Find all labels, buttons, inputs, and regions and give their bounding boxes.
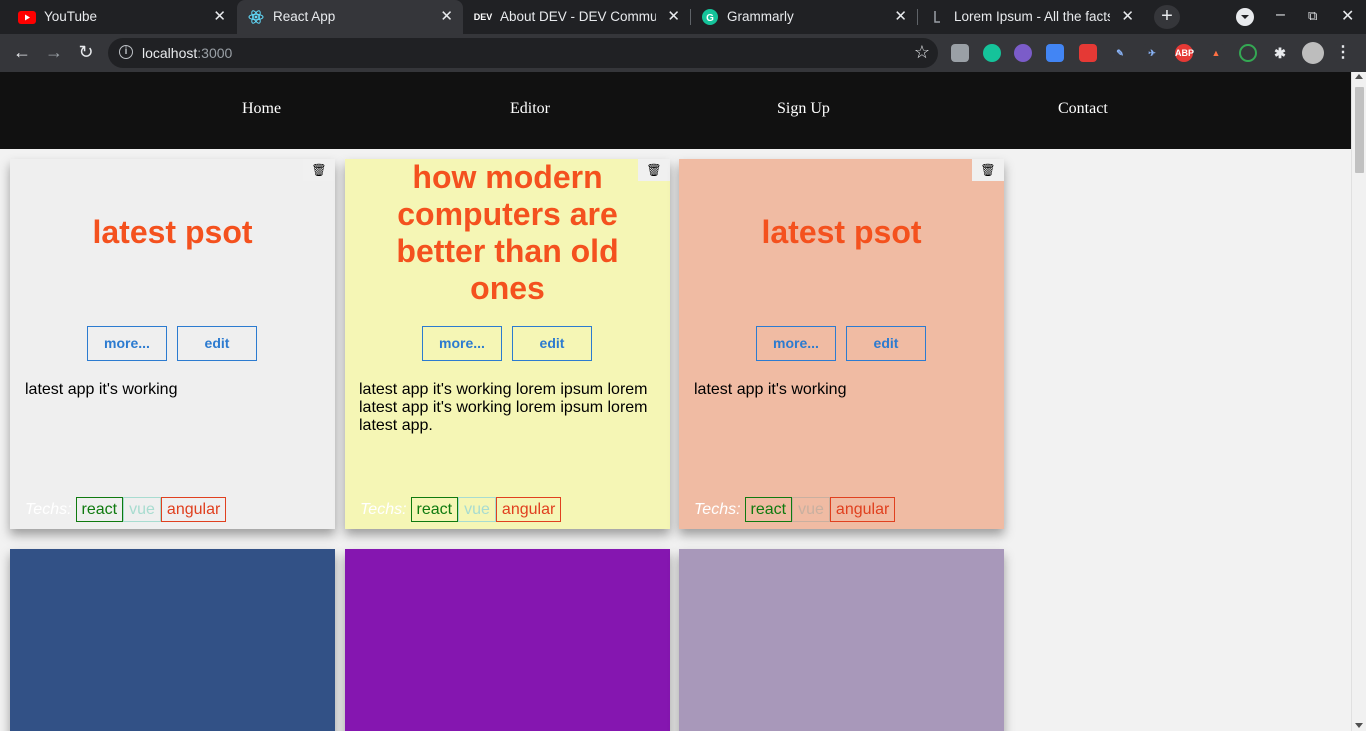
- tab-title: React App: [273, 9, 336, 24]
- close-window-button[interactable]: ✕: [1341, 6, 1354, 26]
- post-card: [345, 549, 670, 731]
- lorem-icon: [928, 9, 946, 25]
- grammarly-icon: G: [701, 9, 719, 25]
- tab-title: Grammarly: [727, 9, 794, 24]
- techs-label: Techs:: [360, 500, 407, 518]
- techs-row: Techs: react vue angular: [360, 497, 562, 522]
- dev-icon: DEV: [473, 12, 493, 22]
- post-title: how modern computers are better than old…: [396, 159, 619, 306]
- restore-button[interactable]: ⧉: [1308, 8, 1317, 24]
- address-bar[interactable]: i localhost:3000 ☆: [108, 38, 938, 68]
- techs-row: Techs: react vue angular: [25, 497, 227, 522]
- extension-pen-icon[interactable]: ✎: [1111, 44, 1129, 62]
- techs-label: Techs:: [25, 500, 72, 518]
- scroll-down-arrow-icon[interactable]: [1355, 723, 1363, 728]
- site-info-icon[interactable]: i: [119, 45, 133, 59]
- tab-dev-community[interactable]: DEV About DEV - DEV Community ✕: [464, 0, 690, 34]
- close-tab-icon[interactable]: ✕: [440, 7, 453, 25]
- post-card: 🗑 how modern computers are better than o…: [345, 159, 670, 529]
- svg-text:G: G: [706, 13, 714, 24]
- edit-button[interactable]: edit: [846, 326, 926, 361]
- nav-contact-link[interactable]: Contact: [1058, 100, 1108, 118]
- scroll-up-arrow-icon[interactable]: [1355, 74, 1363, 79]
- page-viewport: Home Editor Sign Up Contact 🗑 latest pso…: [0, 72, 1351, 731]
- extension-speed-icon[interactable]: [1079, 44, 1097, 62]
- scrollbar-thumb[interactable]: [1355, 87, 1364, 173]
- nav-home-link[interactable]: Home: [242, 100, 281, 118]
- tab-grammarly[interactable]: G Grammarly ✕: [691, 0, 917, 34]
- extension-screenshot-icon[interactable]: [951, 44, 969, 62]
- chevron-down-icon: [1241, 15, 1249, 19]
- page-scrollbar[interactable]: [1351, 72, 1366, 731]
- delete-trash-icon[interactable]: 🗑: [303, 159, 335, 181]
- tab-search-button[interactable]: [1236, 8, 1254, 26]
- post-description: latest app it's working lorem ipsum lore…: [359, 381, 648, 434]
- more-button[interactable]: more...: [756, 326, 836, 361]
- extension-plane-icon[interactable]: ✈: [1143, 44, 1161, 62]
- youtube-icon: [18, 9, 36, 25]
- extension-adblock-icon[interactable]: ABP: [1175, 44, 1194, 62]
- nav-signup-link[interactable]: Sign Up: [777, 100, 830, 118]
- post-title: latest psot: [92, 214, 253, 250]
- close-tab-icon[interactable]: ✕: [667, 7, 680, 25]
- extension-bookmark-icon[interactable]: ▲: [1207, 44, 1225, 62]
- extension-target-icon[interactable]: [1239, 44, 1257, 62]
- tab-title: Lorem Ipsum - All the facts: [954, 9, 1110, 24]
- back-button[interactable]: ←: [10, 42, 34, 63]
- forward-button[interactable]: →: [42, 42, 66, 63]
- browser-tab-strip: YouTube ✕ React App ✕ DEV About DEV - DE…: [0, 0, 1366, 34]
- profile-avatar[interactable]: [1302, 42, 1324, 64]
- delete-trash-icon[interactable]: 🗑: [972, 159, 1004, 181]
- tag-vue: vue: [458, 497, 496, 522]
- tab-title: About DEV - DEV Community: [500, 9, 656, 24]
- tag-angular: angular: [160, 497, 227, 522]
- browser-toolbar: ← → ↻ i localhost:3000 ☆ ✎ ✈ ABP ▲ ✱ ⋮: [0, 34, 1366, 72]
- tab-lorem-ipsum[interactable]: Lorem Ipsum - All the facts ✕: [918, 0, 1144, 34]
- extensions-puzzle-icon[interactable]: ✱: [1271, 44, 1289, 62]
- techs-label: Techs:: [694, 500, 741, 518]
- post-card: [10, 549, 335, 731]
- site-nav: Home Editor Sign Up Contact: [0, 72, 1351, 149]
- extension-translate-icon[interactable]: [1046, 44, 1064, 62]
- edit-button[interactable]: edit: [177, 326, 257, 361]
- bookmark-star-icon[interactable]: ☆: [914, 42, 930, 63]
- tag-angular: angular: [495, 497, 562, 522]
- reload-button[interactable]: ↻: [74, 42, 98, 63]
- nav-editor-link[interactable]: Editor: [510, 100, 550, 118]
- more-button[interactable]: more...: [422, 326, 502, 361]
- more-button[interactable]: more...: [87, 326, 167, 361]
- close-tab-icon[interactable]: ✕: [894, 7, 907, 25]
- edit-button[interactable]: edit: [512, 326, 592, 361]
- new-tab-button[interactable]: +: [1154, 5, 1180, 29]
- tag-vue: vue: [123, 497, 161, 522]
- extension-grammarly-icon[interactable]: [983, 44, 1001, 62]
- tab-react-app[interactable]: React App ✕: [237, 0, 463, 34]
- post-description: latest app it's working: [694, 381, 847, 398]
- tag-react: react: [410, 497, 459, 522]
- minimize-button[interactable]: –: [1276, 6, 1285, 24]
- tag-react: react: [744, 497, 793, 522]
- tag-react: react: [75, 497, 124, 522]
- tag-vue: vue: [792, 497, 830, 522]
- post-title: latest psot: [761, 214, 922, 250]
- close-tab-icon[interactable]: ✕: [213, 7, 226, 25]
- techs-row: Techs: react vue angular: [694, 497, 896, 522]
- menu-dots-icon[interactable]: ⋮: [1334, 44, 1352, 62]
- post-card: 🗑 latest psot more... edit latest app it…: [10, 159, 335, 529]
- close-tab-icon[interactable]: ✕: [1121, 7, 1134, 25]
- tab-youtube[interactable]: YouTube ✕: [8, 0, 236, 34]
- url-text: localhost:3000: [142, 45, 233, 61]
- tab-title: YouTube: [44, 9, 98, 24]
- tag-angular: angular: [829, 497, 896, 522]
- post-card: [679, 549, 1004, 731]
- post-card: 🗑 latest psot more... edit latest app it…: [679, 159, 1004, 529]
- extension-vpn-icon[interactable]: [1014, 44, 1032, 62]
- react-icon: [247, 9, 265, 25]
- post-description: latest app it's working: [25, 381, 178, 398]
